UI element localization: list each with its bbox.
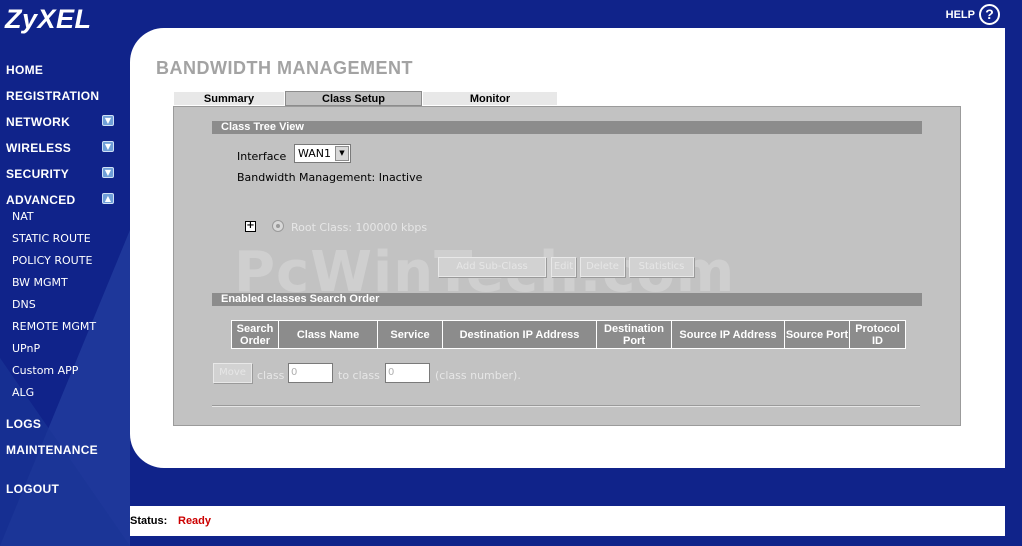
chevron-down-icon[interactable]: ▼ [102, 115, 114, 126]
col-destination-port: Destination Port [596, 320, 672, 349]
status-label: Status: [130, 515, 168, 527]
class-setup-panel: PcWinTech.com Class Tree View Interface … [173, 106, 961, 426]
nav-maintenance[interactable]: MAINTENANCE [6, 443, 98, 457]
col-source-ip: Source IP Address [671, 320, 785, 349]
chevron-down-icon[interactable]: ▼ [102, 141, 114, 152]
content-panel: BANDWIDTH MANAGEMENT Summary Class Setup… [130, 28, 1005, 468]
to-class-input[interactable]: 0 [385, 363, 430, 383]
expand-plus-icon[interactable]: + [245, 221, 256, 232]
add-subclass-button[interactable]: Add Sub-Class [438, 257, 546, 277]
nav-sub-custom-app[interactable]: Custom APP [12, 364, 78, 377]
root-class-radio[interactable] [272, 220, 284, 232]
nav-sub-remote-mgmt[interactable]: REMOTE MGMT [12, 320, 96, 333]
interface-select[interactable]: WAN1 ▼ [294, 144, 351, 163]
help-button[interactable]: HELP ? [946, 4, 1000, 25]
nav-logs[interactable]: LOGS [6, 417, 41, 431]
move-button[interactable]: Move [213, 363, 252, 383]
class-label: class [257, 369, 285, 382]
help-icon[interactable]: ? [979, 4, 1000, 25]
statistics-button[interactable]: Statistics [629, 257, 694, 277]
nav-home[interactable]: HOME [6, 63, 43, 77]
col-class-name: Class Name [278, 320, 378, 349]
delete-button[interactable]: Delete [580, 257, 625, 277]
from-class-input[interactable]: 0 [288, 363, 333, 383]
col-destination-ip: Destination IP Address [442, 320, 597, 349]
chevron-down-icon[interactable]: ▼ [102, 167, 114, 178]
table-header-row: Search Order Class Name Service Destinat… [231, 320, 906, 349]
tab-summary[interactable]: Summary [173, 91, 285, 106]
sidebar: ZyXEL HOME REGISTRATION NETWORK ▼ WIRELE… [0, 0, 130, 546]
zyxel-logo: ZyXEL [5, 4, 92, 34]
nav-sub-static-route[interactable]: STATIC ROUTE [12, 232, 91, 245]
col-source-port: Source Port [784, 320, 850, 349]
class-tree-header: Class Tree View [212, 121, 922, 134]
status-bar: Status: Ready [130, 506, 1005, 536]
tab-bar: Summary Class Setup Monitor [173, 91, 558, 106]
col-protocol-id: Protocol ID [849, 320, 906, 349]
search-order-table: Search Order Class Name Service Destinat… [231, 320, 906, 349]
chevron-up-icon[interactable]: ▲ [102, 193, 114, 204]
col-service: Service [377, 320, 443, 349]
nav-sub-alg[interactable]: ALG [12, 386, 34, 399]
nav-logout[interactable]: LOGOUT [6, 482, 59, 496]
tab-class-setup[interactable]: Class Setup [285, 91, 422, 106]
nav-sub-dns[interactable]: DNS [12, 298, 36, 311]
divider [212, 405, 920, 407]
status-value: Ready [178, 515, 212, 527]
nav-advanced[interactable]: ADVANCED [6, 193, 76, 207]
search-order-header: Enabled classes Search Order [212, 293, 922, 306]
nav-sub-bw-mgmt[interactable]: BW MGMT [12, 276, 68, 289]
dropdown-arrow-icon[interactable]: ▼ [335, 146, 349, 161]
interface-select-value: WAN1 [298, 147, 332, 160]
nav-security[interactable]: SECURITY [6, 167, 69, 181]
root-class-label: Root Class: 100000 kbps [291, 221, 428, 234]
tab-monitor[interactable]: Monitor [422, 91, 558, 106]
nav-network[interactable]: NETWORK [6, 115, 70, 129]
help-label: HELP [945, 8, 975, 21]
nav-sub-policy-route[interactable]: POLICY ROUTE [12, 254, 92, 267]
nav-registration[interactable]: REGISTRATION [6, 89, 99, 103]
nav-wireless[interactable]: WIRELESS [6, 141, 71, 155]
class-number-label: (class number). [435, 369, 521, 382]
interface-label: Interface [237, 150, 287, 163]
bandwidth-status: Bandwidth Management: Inactive [237, 171, 423, 184]
col-search-order: Search Order [231, 320, 279, 349]
page-title: BANDWIDTH MANAGEMENT [156, 58, 413, 78]
nav-sub-upnp[interactable]: UPnP [12, 342, 40, 355]
to-class-label: to class [338, 369, 380, 382]
nav-sub-nat[interactable]: NAT [12, 210, 34, 223]
edit-button[interactable]: Edit [551, 257, 576, 277]
